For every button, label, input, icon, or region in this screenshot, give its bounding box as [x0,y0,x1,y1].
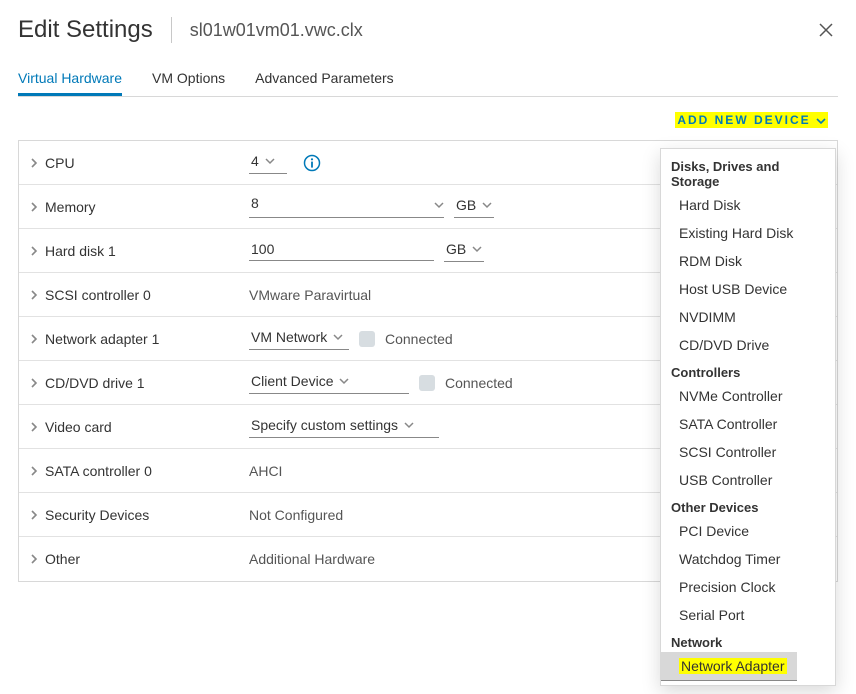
chevron-down-icon [472,244,482,254]
chevron-right-icon [29,156,39,170]
add-device-menu: Disks, Drives and Storage Hard Disk Exis… [660,148,836,686]
chevron-down-icon [482,200,492,210]
chevron-right-icon [29,244,39,258]
video-label: Video card [45,419,112,435]
add-new-device-label: ADD NEW DEVICE [677,113,810,127]
hd1-unit-select[interactable]: GB [444,240,484,262]
hd1-label: Hard disk 1 [45,243,116,259]
chevron-down-icon [333,332,343,342]
memory-size-input[interactable] [249,195,444,218]
chevron-down-icon [265,156,275,166]
menu-item-network-adapter[interactable]: Network Adapter [661,652,797,681]
video-settings-value: Specify custom settings [251,417,398,433]
cpu-count-value: 4 [251,153,259,169]
chevron-right-icon [29,420,39,434]
other-value: Additional Hardware [249,551,375,567]
scsi0-label: SCSI controller 0 [45,287,151,303]
tab-vm-options[interactable]: VM Options [152,62,225,96]
menu-item-nvme-controller[interactable]: NVMe Controller [661,382,835,410]
menu-item-existing-hard-disk[interactable]: Existing Hard Disk [661,219,835,247]
memory-size-value[interactable] [249,195,434,214]
chevron-right-icon [29,332,39,346]
menu-item-precision-clock[interactable]: Precision Clock [661,573,835,601]
menu-item-sata-controller[interactable]: SATA Controller [661,410,835,438]
hd1-unit-value: GB [446,241,466,257]
menu-item-host-usb-device[interactable]: Host USB Device [661,275,835,303]
cddvd1-label: CD/DVD drive 1 [45,375,145,391]
menu-cat-disks: Disks, Drives and Storage [661,153,835,191]
cddvd1-device-value: Client Device [251,373,333,389]
security-value: Not Configured [249,507,343,523]
hd1-size-input[interactable] [249,241,434,261]
cpu-label: CPU [45,155,75,171]
net1-label: Network adapter 1 [45,331,159,347]
divider [171,17,172,43]
menu-cat-network: Network [661,629,835,652]
security-label: Security Devices [45,507,149,523]
memory-unit-select[interactable]: GB [454,196,494,218]
tab-virtual-hardware[interactable]: Virtual Hardware [18,62,122,96]
tab-bar: Virtual Hardware VM Options Advanced Par… [18,62,838,97]
memory-label: Memory [45,199,96,215]
add-new-device-button[interactable]: ADD NEW DEVICE [675,112,828,128]
net1-network-select[interactable]: VM Network [249,328,349,350]
chevron-right-icon [29,464,39,478]
chevron-right-icon [29,288,39,302]
other-label: Other [45,551,80,567]
net1-connected-label: Connected [385,331,453,347]
chevron-right-icon [29,552,39,566]
menu-item-watchdog-timer[interactable]: Watchdog Timer [661,545,835,573]
sata0-label: SATA controller 0 [45,463,152,479]
cpu-count-select[interactable]: 4 [249,152,287,174]
edit-settings-dialog: Edit Settings sl01w01vm01.vwc.clx Virtua… [0,0,856,694]
chevron-right-icon [29,508,39,522]
chevron-down-icon [404,420,414,430]
cddvd1-device-select[interactable]: Client Device [249,372,409,394]
net1-connected-checkbox[interactable] [359,331,375,347]
menu-cat-controllers: Controllers [661,359,835,382]
dialog-title: Edit Settings [18,16,153,44]
toolbar: ADD NEW DEVICE [18,97,838,140]
memory-unit-value: GB [456,197,476,213]
menu-item-pci-device[interactable]: PCI Device [661,517,835,545]
chevron-right-icon [29,376,39,390]
chevron-down-icon [434,200,444,210]
chevron-down-icon [339,376,349,386]
close-icon[interactable] [818,22,834,42]
menu-item-scsi-controller[interactable]: SCSI Controller [661,438,835,466]
menu-item-serial-port[interactable]: Serial Port [661,601,835,629]
menu-item-hard-disk[interactable]: Hard Disk [661,191,835,219]
menu-cat-other: Other Devices [661,494,835,517]
chevron-right-icon [29,200,39,214]
tab-advanced-parameters[interactable]: Advanced Parameters [255,62,394,96]
net1-network-value: VM Network [251,329,327,345]
menu-item-cddvd-drive[interactable]: CD/DVD Drive [661,331,835,359]
chevron-down-icon [816,116,826,126]
sata0-value: AHCI [249,463,282,479]
menu-item-nvdimm[interactable]: NVDIMM [661,303,835,331]
cddvd1-connected-checkbox[interactable] [419,375,435,391]
info-icon[interactable] [303,154,321,172]
menu-item-rdm-disk[interactable]: RDM Disk [661,247,835,275]
video-settings-select[interactable]: Specify custom settings [249,416,439,438]
cddvd1-connected-label: Connected [445,375,513,391]
dialog-header: Edit Settings sl01w01vm01.vwc.clx [18,16,838,44]
vm-name: sl01w01vm01.vwc.clx [190,20,363,41]
scsi0-value: VMware Paravirtual [249,287,371,303]
menu-item-usb-controller[interactable]: USB Controller [661,466,835,494]
menu-item-network-adapter-label: Network Adapter [679,658,787,674]
